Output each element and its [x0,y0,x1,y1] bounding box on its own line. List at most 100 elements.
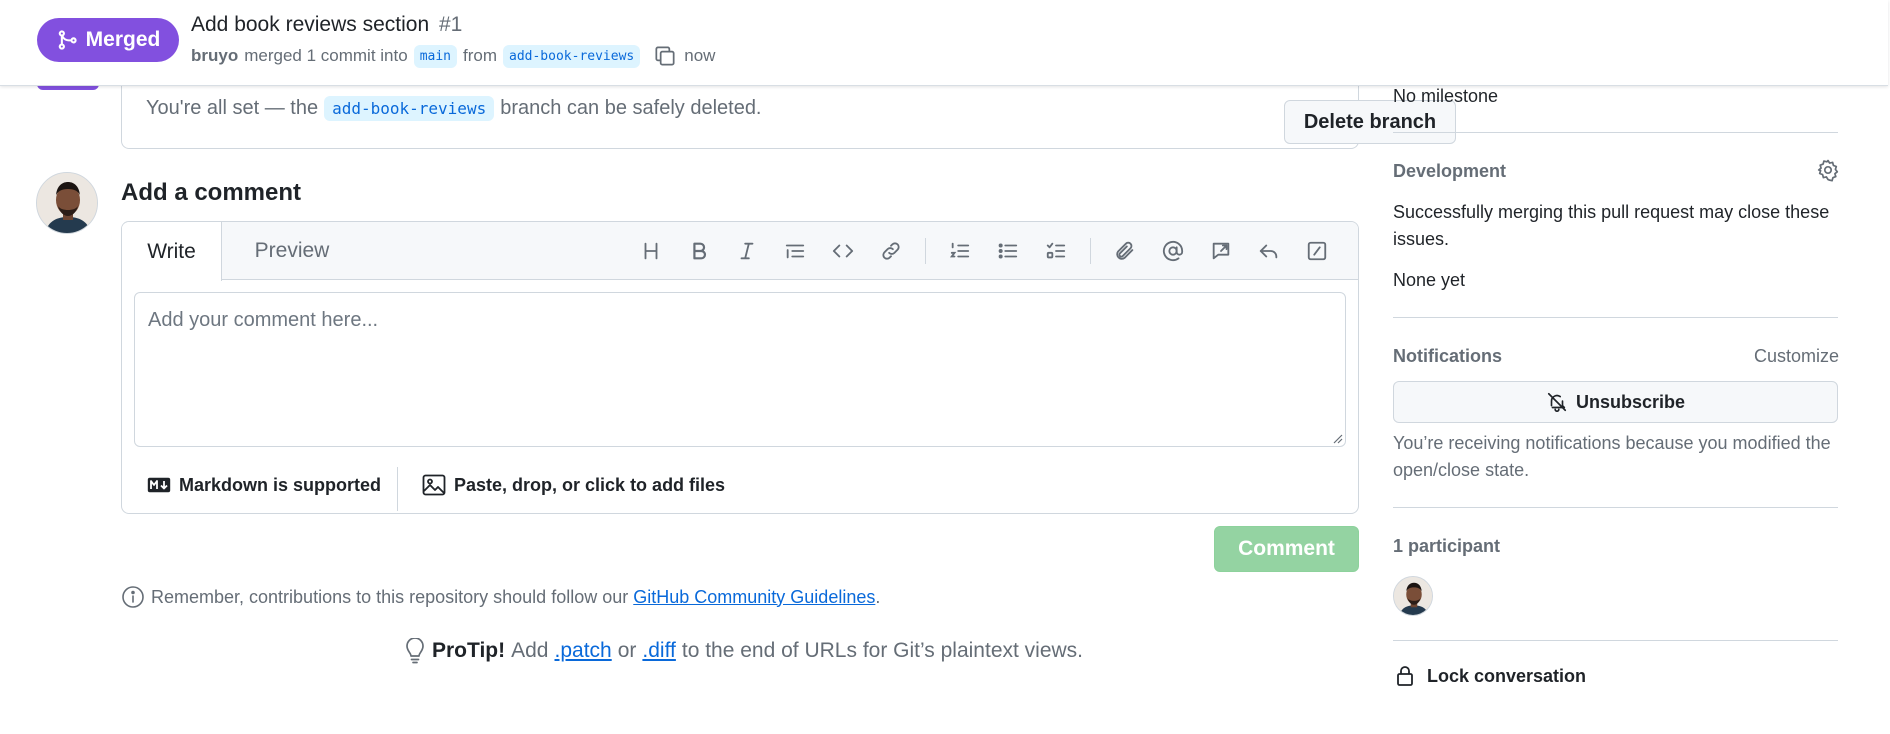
saved-reply-button[interactable] [1245,234,1293,268]
pr-author-link[interactable]: bruyo [191,46,238,66]
mention-button[interactable] [1149,234,1197,268]
community-guidelines-note: Remember, contributions to this reposito… [121,585,880,609]
git-merge-icon [58,30,77,50]
customize-notifications-link[interactable]: Customize [1754,346,1839,367]
merged-status-badge: Merged [37,18,179,62]
editor-footer: Markdown is supported Paste, drop, or cl… [122,455,1358,513]
unsubscribe-button[interactable]: Unsubscribe [1393,381,1838,423]
comment-textarea[interactable] [135,293,1345,446]
attach-files-button[interactable]: Paste, drop, or click to add files [422,455,725,513]
protip-text-2: to the end of URLs for Git’s plaintext v… [681,639,1084,662]
guidelines-period: . [875,586,881,607]
deletion-text-before: You're all set — the [146,97,319,119]
user-avatar[interactable] [36,172,98,234]
unordered-list-button[interactable] [984,234,1032,268]
mention-icon [1162,240,1184,262]
pr-title: Add book reviews section #1 [191,13,462,37]
quote-icon [785,244,805,259]
protip-text-1: Add [511,639,549,662]
comment-submit-button[interactable]: Comment [1214,526,1359,572]
deletion-text-after: branch can be safely deleted. [500,97,762,119]
resize-handle-icon[interactable] [1331,432,1343,444]
unordered-list-icon [998,243,1018,259]
italic-icon [740,242,754,260]
code-icon [832,244,854,258]
sidebar-divider [1393,640,1838,641]
pr-time: now [684,46,716,65]
markdown-icon [147,477,171,493]
italic-button[interactable] [723,234,771,268]
avatar-image [37,173,97,233]
protip-or: or [617,639,637,662]
development-description: Successfully merging this pull request m… [1393,202,1830,249]
ordered-list-icon [949,242,970,258]
guidelines-intro: Remember, contributions to this reposito… [151,586,629,607]
slash-command-button[interactable] [1293,234,1341,268]
heading-icon [644,242,658,260]
cross-reference-icon [1212,242,1230,260]
notification-reason: You’re receiving notifications because y… [1393,433,1831,480]
cross-reference-button[interactable] [1197,234,1245,268]
base-branch-tag[interactable]: main [413,44,457,68]
footer-divider [397,467,398,511]
code-button[interactable] [819,234,867,268]
link-button[interactable] [867,234,915,268]
deletion-branch-tag[interactable]: add-book-reviews [324,96,495,121]
pr-meta: bruyo merged 1 commit into main from add… [191,43,715,69]
comment-editor: Write Preview Add your comment here... M… [121,221,1359,514]
saved-reply-icon [1259,244,1278,259]
branch-deletion-message: You're all set — the add-book-reviews br… [146,96,762,121]
lock-icon [1397,666,1413,686]
diff-link[interactable]: .diff [642,639,675,663]
participants-heading: 1 participant [1393,536,1501,556]
unsubscribe-label: Unsubscribe [1575,391,1686,412]
pr-from-text: from [463,46,497,65]
community-guidelines-link[interactable]: GitHub Community Guidelines [633,587,875,607]
merged-status-label: Merged [85,28,161,51]
development-settings-button[interactable] [1816,158,1840,182]
participant-avatar[interactable] [1393,576,1433,616]
sticky-pr-header: Merged Add book reviews section #1 bruyo… [0,0,1888,86]
sidebar-divider [1393,317,1838,318]
bold-icon [693,242,707,260]
development-value: None yet [1393,270,1466,290]
gear-icon [1817,159,1839,182]
attach-icon [1116,241,1134,260]
toolbar-divider [1090,238,1091,264]
copy-icon[interactable] [652,43,678,69]
markdown-supported-link[interactable]: Markdown is supported [147,455,382,513]
ordered-list-button[interactable] [936,234,984,268]
heading-button[interactable] [627,234,675,268]
lock-conversation-label: Lock conversation [1427,665,1587,686]
tab-write[interactable]: Write [122,222,222,281]
pr-sidebar: No milestone Development Successfully me… [1393,0,1840,734]
info-icon [122,586,144,608]
task-list-button[interactable] [1032,234,1080,268]
development-heading[interactable]: Development [1393,161,1506,182]
protip-label: ProTip! [432,639,506,662]
link-icon [882,242,900,260]
task-list-icon [1046,242,1066,259]
light-bulb-icon [406,638,424,664]
comment-textarea-wrapper [134,292,1346,447]
add-comment-heading: Add a comment [121,179,302,206]
quote-button[interactable] [771,234,819,268]
bold-button[interactable] [675,234,723,268]
editor-tab-bar: Write Preview [122,222,1358,281]
patch-link[interactable]: .patch [555,639,612,663]
notifications-heading: Notifications [1393,346,1503,366]
markdown-supported-label: Markdown is supported [179,474,382,495]
pr-number: #1 [438,13,463,36]
attach-button[interactable] [1101,234,1149,268]
pr-merged-text: merged 1 commit into [244,46,408,65]
protip: ProTip! Add .patch or .diff to the end o… [404,638,1083,664]
guidelines-text: Remember, contributions to this reposito… [151,587,880,608]
pr-title-text: Add book reviews section [191,13,430,36]
sidebar-divider [1393,507,1838,508]
tab-preview[interactable]: Preview [237,222,347,280]
sidebar-divider [1393,132,1838,133]
image-icon [422,474,446,496]
slash-command-icon [1307,241,1327,261]
lock-conversation-button[interactable]: Lock conversation [1393,664,1586,688]
head-branch-tag[interactable]: add-book-reviews [503,44,641,68]
